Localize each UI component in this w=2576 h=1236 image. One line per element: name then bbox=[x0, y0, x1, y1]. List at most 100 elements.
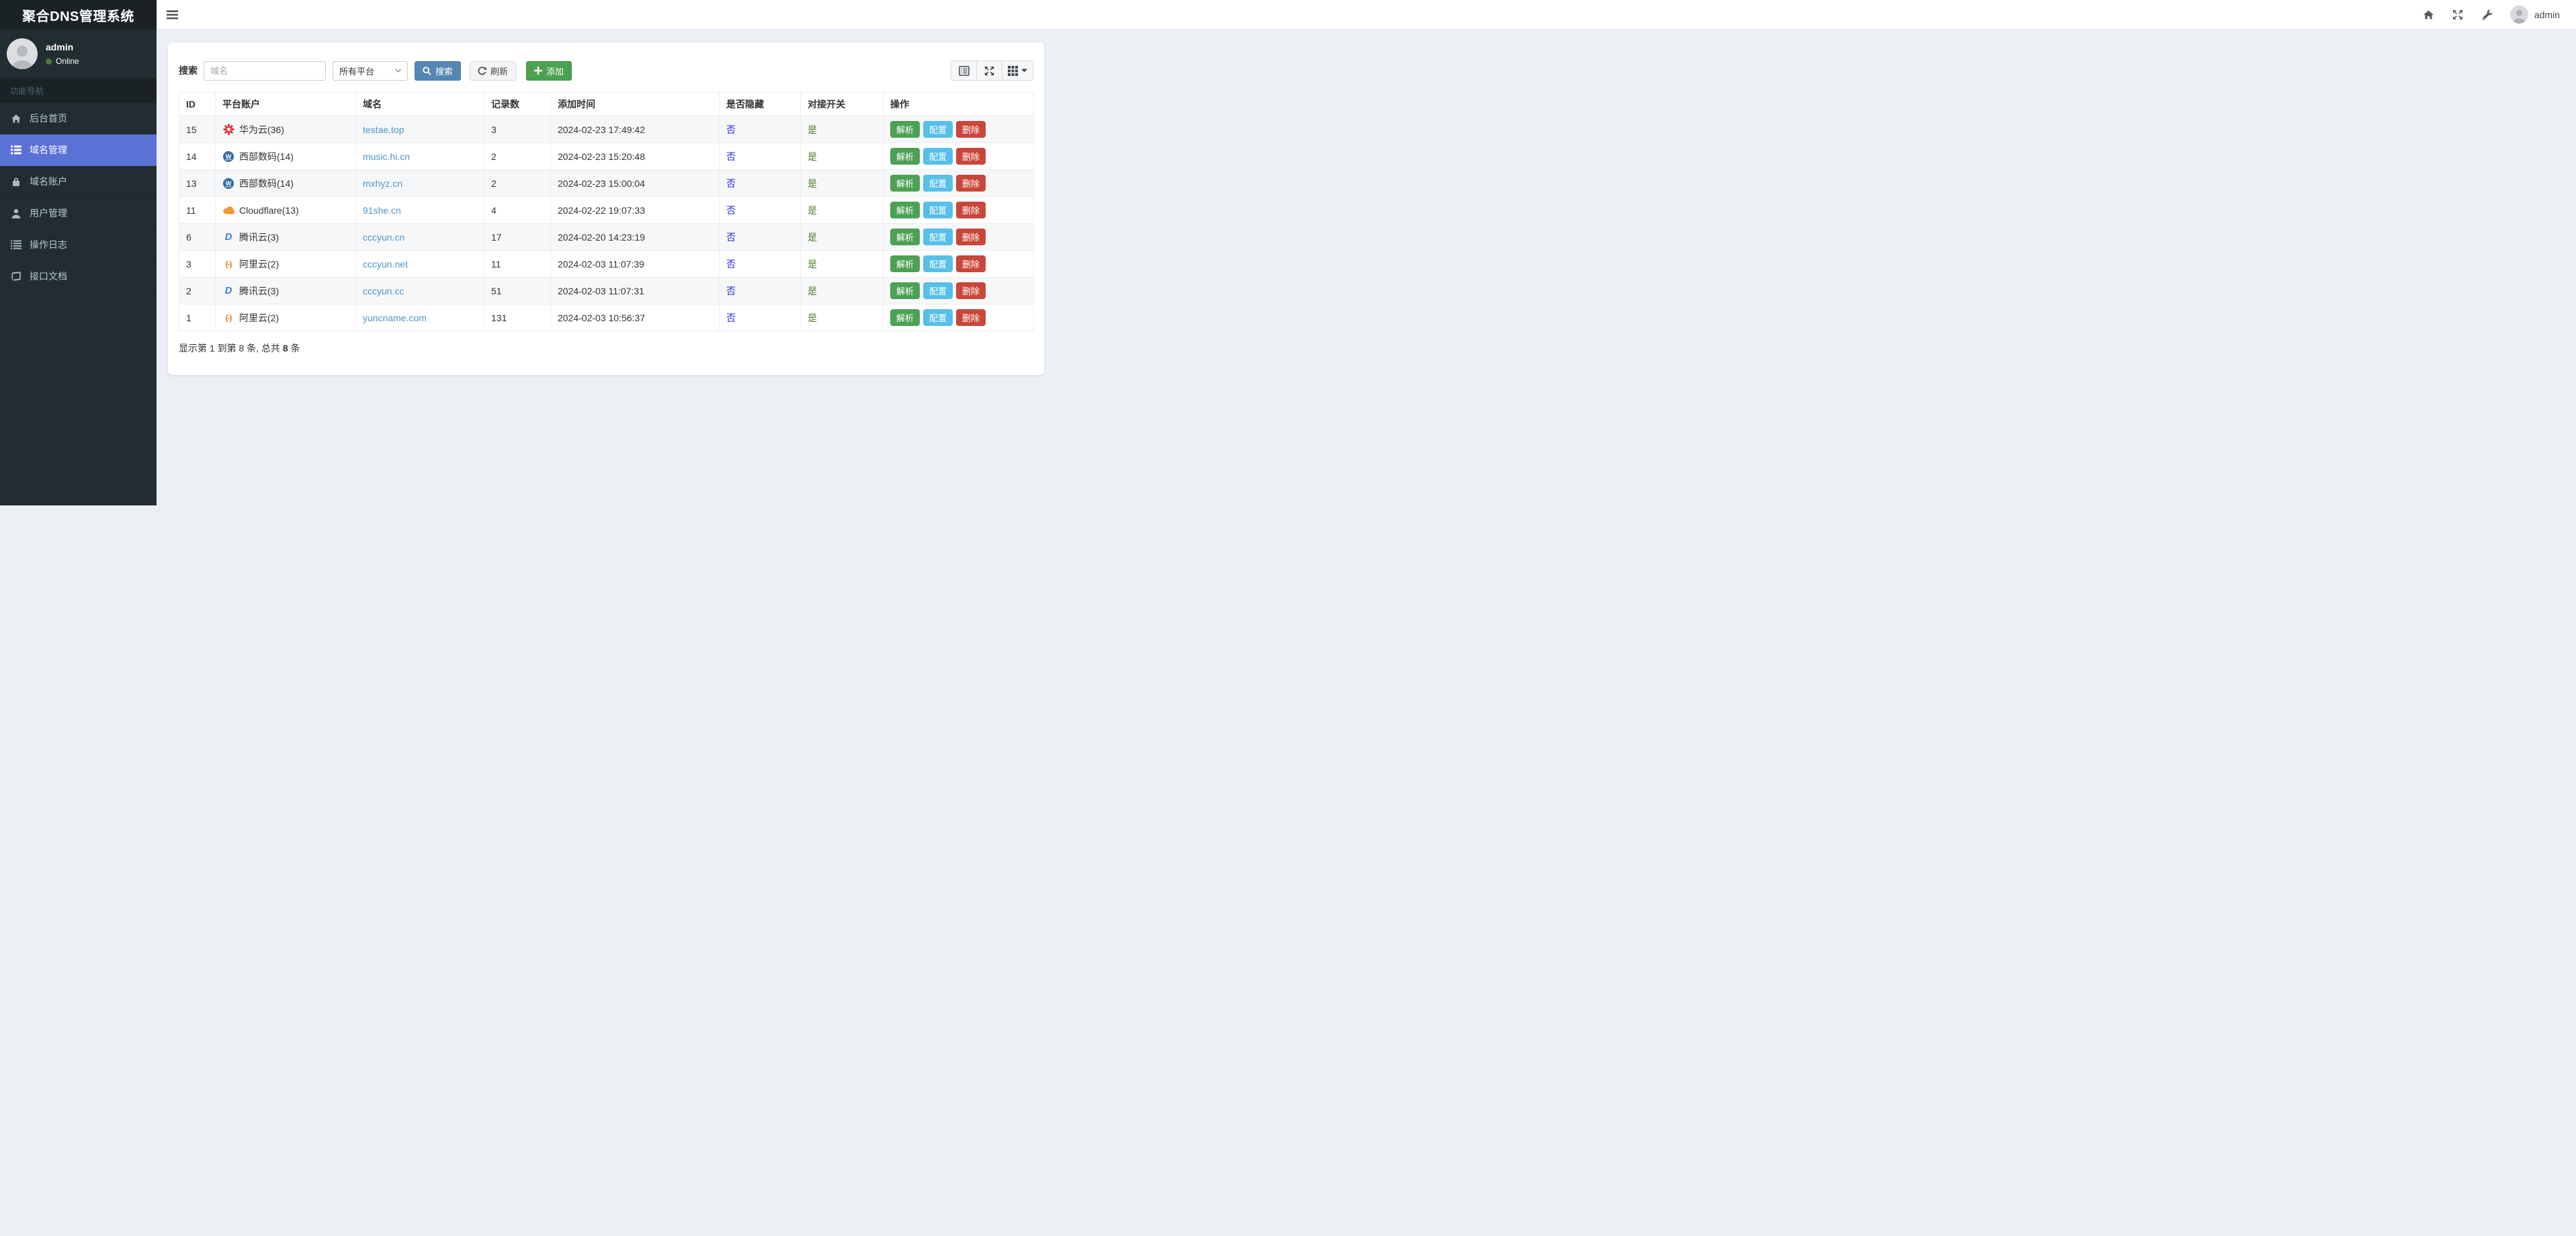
cell-id: 1 bbox=[179, 304, 216, 331]
hidden-toggle-link[interactable]: 否 bbox=[726, 124, 736, 135]
col-switch: 对接开关 bbox=[800, 92, 884, 116]
aliyun-icon: (-) bbox=[225, 259, 232, 269]
top-navbar: admin bbox=[157, 0, 2576, 30]
hidden-toggle-link[interactable]: 否 bbox=[726, 286, 736, 296]
delete-button[interactable]: 删除 bbox=[956, 175, 986, 192]
platform-label: Cloudflare(13) bbox=[239, 204, 299, 216]
sidebar-item-users[interactable]: 用户管理 bbox=[0, 198, 157, 229]
hamburger-icon[interactable] bbox=[167, 10, 178, 19]
wrench-icon[interactable] bbox=[2481, 9, 2492, 20]
svg-text:W: W bbox=[226, 180, 232, 187]
col-actions: 操作 bbox=[883, 92, 1034, 116]
config-button[interactable]: 配置 bbox=[923, 175, 953, 192]
search-input[interactable] bbox=[204, 60, 326, 81]
switch-toggle-link[interactable]: 是 bbox=[808, 259, 817, 270]
search-icon bbox=[423, 66, 431, 75]
app-title[interactable]: 聚合DNS管理系统 bbox=[0, 0, 157, 30]
toolbar: 搜索 所有平台 搜索 刷新 bbox=[179, 60, 1033, 81]
resolve-button[interactable]: 解析 bbox=[890, 202, 920, 218]
card-view-button[interactable] bbox=[951, 60, 977, 81]
view-button-group bbox=[951, 60, 1033, 81]
domain-link[interactable]: music.hi.cn bbox=[363, 151, 410, 162]
platform-label: 阿里云(2) bbox=[239, 258, 280, 270]
cell-added: 2024-02-03 10:56:37 bbox=[550, 304, 720, 331]
dnspod-icon: D bbox=[224, 231, 232, 243]
delete-button[interactable]: 删除 bbox=[956, 282, 986, 299]
domain-link[interactable]: mxhyz.cn bbox=[363, 178, 402, 189]
sidebar-item-logs[interactable]: 操作日志 bbox=[0, 229, 157, 261]
domain-link[interactable]: testae.top bbox=[363, 124, 404, 135]
domain-link[interactable]: 91she.cn bbox=[363, 205, 401, 216]
platform-select-value: 所有平台 bbox=[339, 66, 375, 77]
cell-id: 14 bbox=[179, 142, 216, 170]
switch-toggle-link[interactable]: 是 bbox=[808, 178, 817, 189]
hidden-toggle-link[interactable]: 否 bbox=[726, 313, 736, 323]
resolve-button[interactable]: 解析 bbox=[890, 229, 920, 245]
expand-icon[interactable] bbox=[2452, 9, 2463, 20]
cell-records: 17 bbox=[484, 223, 551, 251]
switch-toggle-link[interactable]: 是 bbox=[808, 124, 817, 135]
columns-dropdown-button[interactable] bbox=[1002, 60, 1033, 81]
sidebar-item-label: 域名管理 bbox=[30, 145, 67, 155]
delete-button[interactable]: 删除 bbox=[956, 121, 986, 138]
config-button[interactable]: 配置 bbox=[923, 282, 953, 299]
config-button[interactable]: 配置 bbox=[923, 255, 953, 272]
pagination-summary: 显示第 1 到第 8 条, 总共 8 条 bbox=[179, 343, 300, 354]
lock-icon bbox=[10, 177, 22, 187]
resolve-button[interactable]: 解析 bbox=[890, 255, 920, 272]
home-icon[interactable] bbox=[2423, 9, 2434, 20]
config-button[interactable]: 配置 bbox=[923, 148, 953, 165]
huawei-icon bbox=[222, 124, 234, 135]
fullscreen-view-button[interactable] bbox=[976, 60, 1002, 81]
hidden-toggle-link[interactable]: 否 bbox=[726, 259, 736, 270]
sidebar-item-domains[interactable]: 域名管理 bbox=[0, 134, 157, 166]
sidebar-item-api-docs[interactable]: 接口文档 bbox=[0, 261, 157, 292]
refresh-button[interactable]: 刷新 bbox=[470, 60, 517, 81]
delete-button[interactable]: 删除 bbox=[956, 309, 986, 326]
config-button[interactable]: 配置 bbox=[923, 229, 953, 245]
switch-toggle-link[interactable]: 是 bbox=[808, 286, 817, 296]
resolve-button[interactable]: 解析 bbox=[890, 309, 920, 326]
table-row: 6 D 腾讯云(3) cccyun.cn 17 2024-02-20 14:23:… bbox=[179, 223, 1034, 251]
cell-id: 2 bbox=[179, 277, 216, 304]
cell-id: 13 bbox=[179, 169, 216, 197]
user-panel: admin Online bbox=[0, 30, 157, 78]
resolve-button[interactable]: 解析 bbox=[890, 148, 920, 165]
resolve-button[interactable]: 解析 bbox=[890, 121, 920, 138]
delete-button[interactable]: 删除 bbox=[956, 148, 986, 165]
config-button[interactable]: 配置 bbox=[923, 121, 953, 138]
hidden-toggle-link[interactable]: 否 bbox=[726, 232, 736, 243]
switch-toggle-link[interactable]: 是 bbox=[808, 232, 817, 243]
resolve-button[interactable]: 解析 bbox=[890, 175, 920, 192]
switch-toggle-link[interactable]: 是 bbox=[808, 313, 817, 323]
platform-label: 华为云(36) bbox=[239, 124, 284, 135]
config-button[interactable]: 配置 bbox=[923, 309, 953, 326]
delete-button[interactable]: 删除 bbox=[956, 202, 986, 218]
switch-toggle-link[interactable]: 是 bbox=[808, 205, 817, 216]
switch-toggle-link[interactable]: 是 bbox=[808, 151, 817, 162]
content-area: 搜索 所有平台 搜索 刷新 bbox=[157, 30, 2576, 1236]
table-row: 13 W 西部数码(14) mxhyz.cn 2 2024-02-23 15:00… bbox=[179, 169, 1034, 197]
hidden-toggle-link[interactable]: 否 bbox=[726, 151, 736, 162]
domain-link[interactable]: yuncname.com bbox=[363, 313, 427, 323]
delete-button[interactable]: 删除 bbox=[956, 229, 986, 245]
config-button[interactable]: 配置 bbox=[923, 202, 953, 218]
cell-added: 2024-02-03 11:07:39 bbox=[550, 250, 720, 278]
hidden-toggle-link[interactable]: 否 bbox=[726, 205, 736, 216]
hidden-toggle-link[interactable]: 否 bbox=[726, 178, 736, 189]
table-row: 1 (-) 阿里云(2) yuncname.com 131 2024-02-03 … bbox=[179, 304, 1034, 331]
search-button[interactable]: 搜索 bbox=[415, 60, 462, 81]
add-button[interactable]: 添加 bbox=[526, 60, 572, 81]
platform-select[interactable]: 所有平台 bbox=[333, 60, 408, 81]
user-menu[interactable]: admin bbox=[2509, 5, 2560, 24]
resolve-button[interactable]: 解析 bbox=[890, 282, 920, 299]
sidebar-item-dashboard[interactable]: 后台首页 bbox=[0, 103, 157, 134]
domain-link[interactable]: cccyun.cc bbox=[363, 286, 404, 296]
sidebar-item-domain-accounts[interactable]: 域名账户 bbox=[0, 166, 157, 198]
cell-id: 3 bbox=[179, 250, 216, 278]
cell-records: 2 bbox=[484, 169, 551, 197]
online-status-icon bbox=[46, 58, 52, 65]
domain-link[interactable]: cccyun.cn bbox=[363, 232, 404, 243]
domain-link[interactable]: cccyun.net bbox=[363, 259, 408, 270]
delete-button[interactable]: 删除 bbox=[956, 255, 986, 272]
